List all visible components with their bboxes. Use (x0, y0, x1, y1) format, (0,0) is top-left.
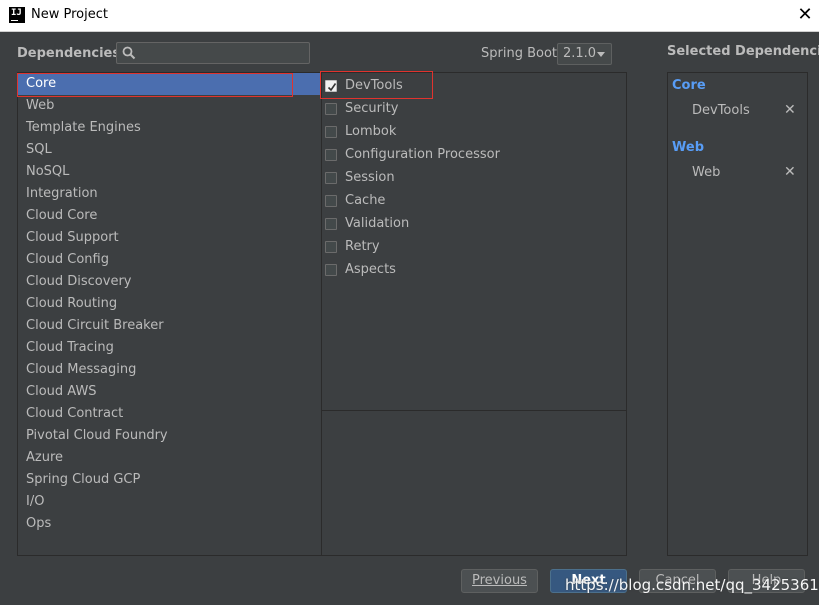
category-item-cloud-support[interactable]: Cloud Support (18, 227, 321, 249)
dependency-label: Aspects (345, 262, 396, 277)
dependency-label: Validation (345, 216, 410, 231)
category-item-cloud-discovery[interactable]: Cloud Discovery (18, 271, 321, 293)
category-item-cloud-core[interactable]: Cloud Core (18, 205, 321, 227)
dependency-item-session[interactable]: Session (325, 168, 615, 190)
category-item-cloud-routing[interactable]: Cloud Routing (18, 293, 321, 315)
remove-devtools-icon[interactable]: ✕ (784, 102, 796, 118)
selected-group-core: Core (672, 78, 706, 93)
dependency-item-retry[interactable]: Retry (325, 237, 615, 259)
previous-button[interactable]: Previous (461, 569, 538, 593)
dependency-item-aspects[interactable]: Aspects (325, 260, 615, 282)
dependency-description-panel (321, 410, 627, 556)
category-item-azure[interactable]: Azure (18, 447, 321, 469)
category-item-nosql[interactable]: NoSQL (18, 161, 321, 183)
spring-boot-version-select[interactable]: 2.1.0 (557, 43, 612, 65)
dependency-checkbox[interactable] (325, 126, 337, 138)
selected-group-web: Web (672, 140, 704, 155)
intellij-app-icon: IJ (9, 7, 25, 23)
previous-label: Previous (472, 573, 527, 588)
dependency-label: Retry (345, 239, 380, 254)
dependency-checkbox[interactable] (325, 195, 337, 207)
category-item-cloud-tracing[interactable]: Cloud Tracing (18, 337, 321, 359)
close-icon[interactable]: ✕ (795, 4, 815, 26)
search-field[interactable] (116, 42, 310, 64)
dependency-label: Cache (345, 193, 386, 208)
dependency-checkbox[interactable] (325, 149, 337, 161)
chevron-down-icon (597, 52, 605, 57)
selected-dependencies-title: Selected Dependencies (667, 44, 819, 59)
category-item-cloud-config[interactable]: Cloud Config (18, 249, 321, 271)
dependency-item-cache[interactable]: Cache (325, 191, 615, 213)
category-item-cloud-aws[interactable]: Cloud AWS (18, 381, 321, 403)
window-title: New Project (31, 7, 108, 22)
category-item-core[interactable]: Core (18, 73, 321, 95)
dependency-item-configuration-processor[interactable]: Configuration Processor (325, 145, 615, 167)
dependencies-label: Dependencies (17, 46, 121, 61)
dependency-checkbox[interactable] (325, 172, 337, 184)
remove-web-icon[interactable]: ✕ (784, 164, 796, 180)
app-icon-text: IJ (11, 8, 22, 18)
spring-boot-label: Spring Boot (481, 46, 558, 61)
search-icon (122, 46, 136, 60)
watermark-url: https://blog.csdn.net/qq_34253619 (565, 576, 819, 594)
search-input[interactable] (139, 44, 308, 64)
category-item-spring-cloud-gcp[interactable]: Spring Cloud GCP (18, 469, 321, 491)
category-item-integration[interactable]: Integration (18, 183, 321, 205)
title-bar: IJ New Project ✕ (0, 0, 819, 32)
category-item-web[interactable]: Web (18, 95, 321, 117)
dependency-label: Session (345, 170, 395, 185)
category-item-cloud-circuit-breaker[interactable]: Cloud Circuit Breaker (18, 315, 321, 337)
dependency-label: DevTools (345, 78, 403, 93)
dependency-list[interactable]: DevTools Security Lombok Configuration Proc… (321, 72, 627, 411)
category-item-sql[interactable]: SQL (18, 139, 321, 161)
dependency-label: Configuration Processor (345, 147, 500, 162)
dependency-item-validation[interactable]: Validation (325, 214, 615, 236)
category-item-i-o[interactable]: I/O (18, 491, 321, 513)
dependency-item-security[interactable]: Security (325, 99, 615, 121)
dependency-checkbox[interactable] (325, 264, 337, 276)
dependency-checkbox[interactable] (325, 103, 337, 115)
category-item-template-engines[interactable]: Template Engines (18, 117, 321, 139)
dependency-label: Lombok (345, 124, 397, 139)
category-item-cloud-contract[interactable]: Cloud Contract (18, 403, 321, 425)
category-item-ops[interactable]: Ops (18, 513, 321, 535)
dependency-checkbox[interactable] (325, 80, 337, 92)
category-item-cloud-messaging[interactable]: Cloud Messaging (18, 359, 321, 381)
spring-boot-version-value: 2.1.0 (563, 46, 597, 61)
selected-item-devtools: DevTools (692, 103, 750, 118)
checkmark-icon (327, 83, 337, 92)
dependency-item-lombok[interactable]: Lombok (325, 122, 615, 144)
selected-item-web: Web (692, 165, 721, 180)
dependency-checkbox[interactable] (325, 218, 337, 230)
category-item-pivotal-cloud-foundry[interactable]: Pivotal Cloud Foundry (18, 425, 321, 447)
dependency-label: Security (345, 101, 399, 116)
selected-dependencies-panel: Core DevTools ✕ Web Web ✕ (667, 72, 808, 556)
dependency-item-devtools[interactable]: DevTools (325, 76, 615, 98)
dependency-checkbox[interactable] (325, 241, 337, 253)
category-list[interactable]: Core Web Template Engines SQL NoSQL Integrati… (17, 72, 322, 556)
